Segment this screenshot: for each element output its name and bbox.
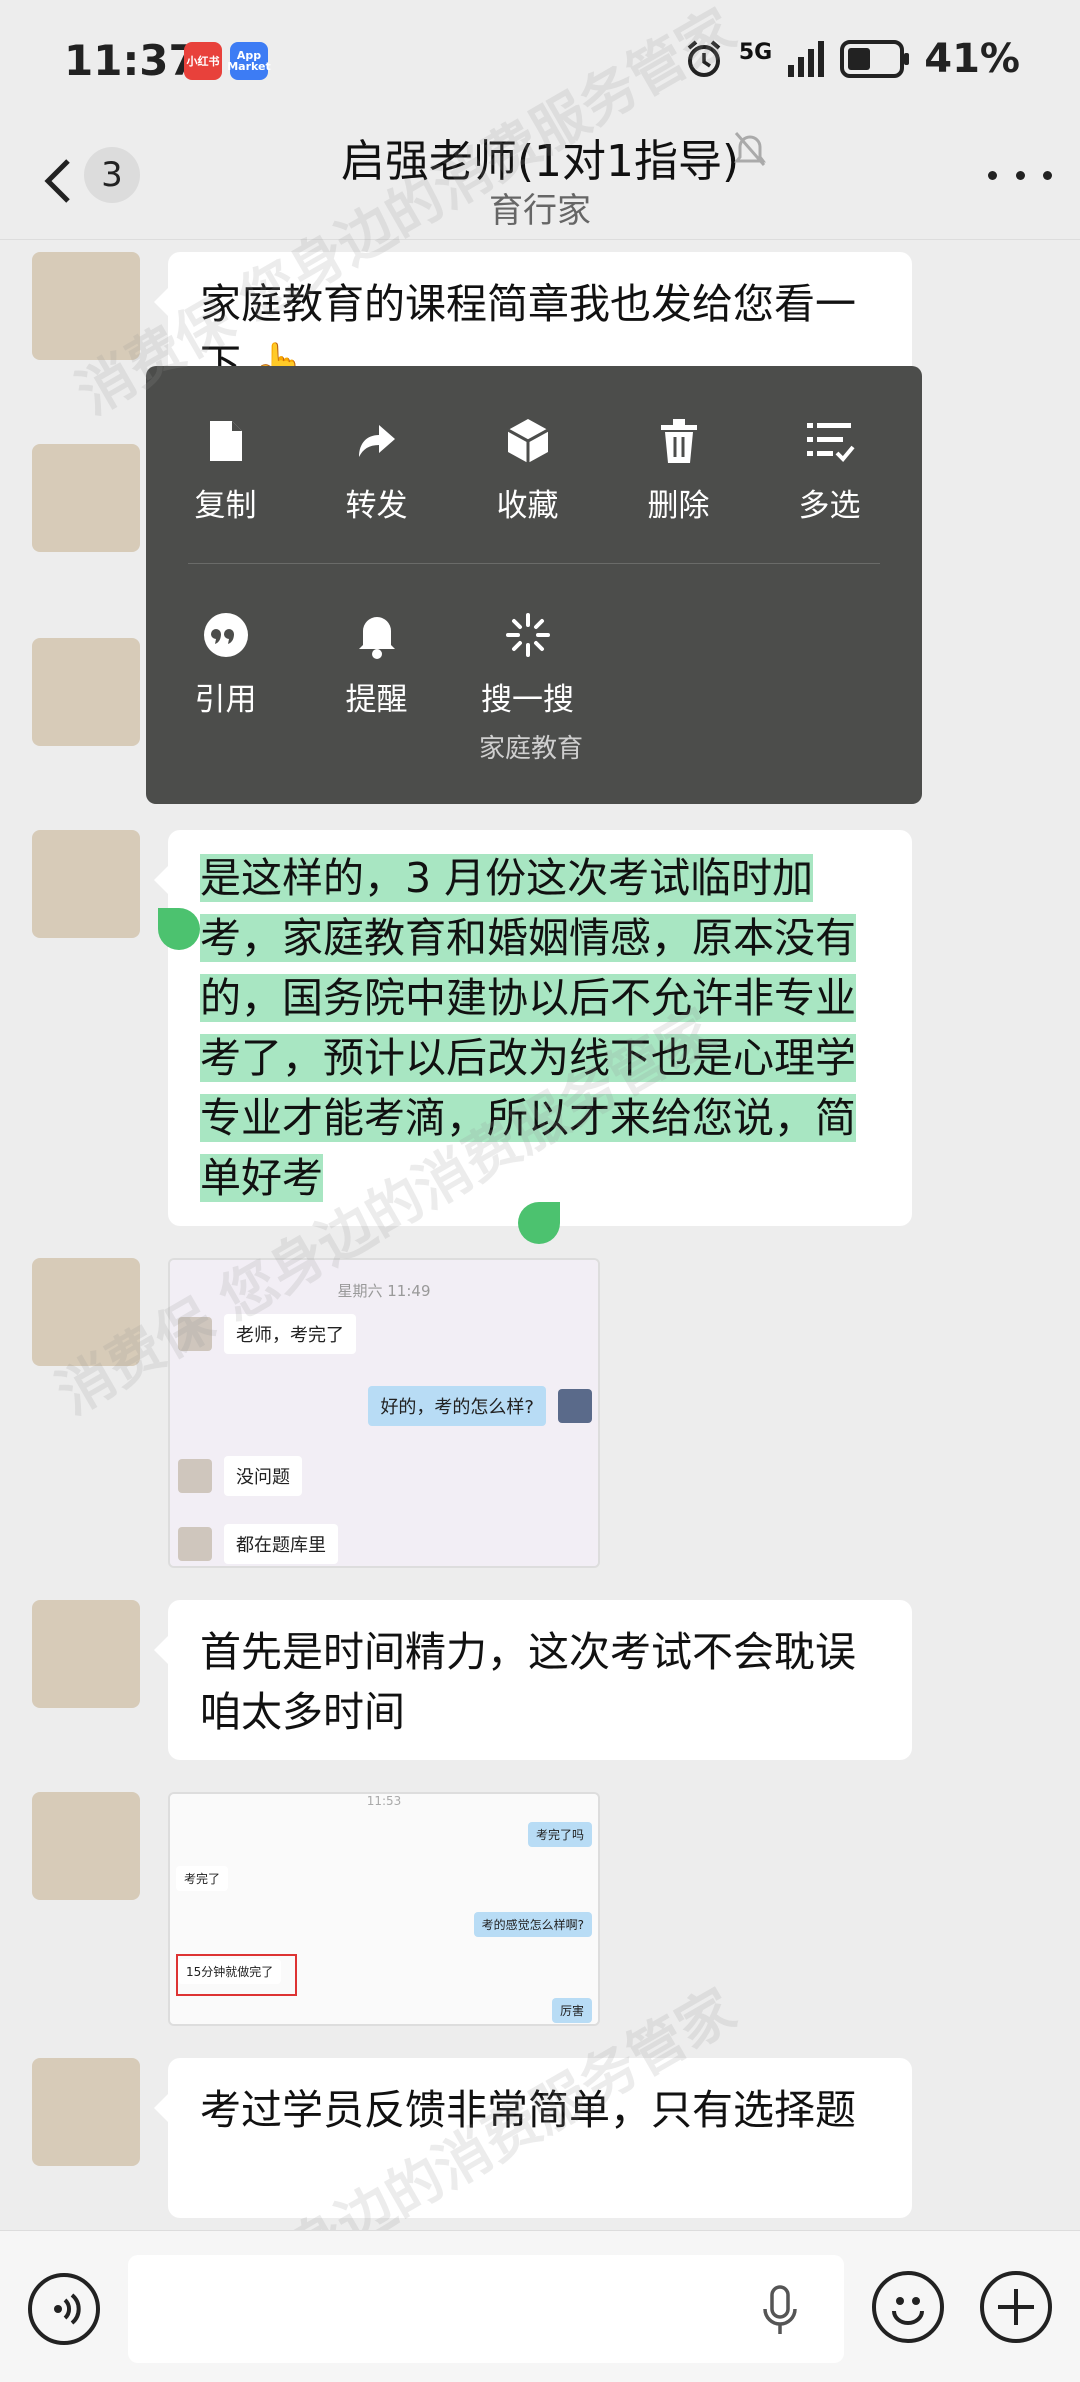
message-bubble-selected[interactable]: 是这样的，3 月份这次考试临时加考，家庭教育和婚姻情感，原本没有的，国务院中建协… — [154, 830, 912, 1226]
menu-divider — [188, 563, 880, 564]
menu-remind[interactable]: 提醒 — [301, 606, 452, 719]
signal-icon — [788, 41, 825, 77]
screenshot-message: 没问题 — [224, 1456, 302, 1496]
screenshot-message: 考完了吗 — [527, 1822, 592, 1847]
menu-quote[interactable]: 引用 — [150, 606, 301, 719]
more-options-button[interactable] — [988, 155, 1052, 195]
microphone-icon[interactable] — [762, 2285, 798, 2337]
avatar[interactable] — [32, 638, 140, 746]
avatar[interactable] — [32, 252, 140, 360]
alarm-icon — [687, 40, 721, 77]
chat-title: 启强老师(1对1指导) — [340, 136, 740, 187]
emoji-button[interactable] — [872, 2271, 944, 2343]
selected-message-text[interactable]: 是这样的，3 月份这次考试临时加考，家庭教育和婚姻情感，原本没有的，国务院中建协… — [200, 854, 856, 1202]
trash-icon — [660, 419, 697, 463]
avatar[interactable] — [32, 1792, 140, 1900]
network-label: 5G — [738, 39, 773, 65]
message-bubble[interactable]: 首先是时间精力，这次考试不会耽误咱太多时间 — [154, 1600, 912, 1760]
chat-screenshot-image: 11:53 考完了吗 考完了 考的感觉怎么样啊? 15分钟就做完了 厉害 — [170, 1794, 598, 2024]
cube-icon — [506, 419, 549, 463]
plus-icon — [998, 2289, 1034, 2325]
message-text: 考过学员反馈非常简单，只有选择题 — [200, 2086, 856, 2134]
multi-select-icon — [806, 423, 855, 462]
forward-icon — [358, 425, 395, 457]
avatar[interactable] — [32, 1600, 140, 1708]
menu-copy[interactable]: 复制 — [150, 412, 301, 525]
avatar[interactable] — [32, 1258, 140, 1366]
menu-multi-select[interactable]: 多选 — [754, 412, 905, 525]
screenshot-message: 考完了 — [176, 1866, 229, 1891]
screenshot-message: 厉害 — [551, 1998, 592, 2023]
message-text: 首先是时间精力，这次考试不会耽误咱太多时间 — [200, 1628, 856, 1736]
screenshot-message: 老师，考完了 — [224, 1314, 356, 1354]
screenshot-message: 都在题库里 — [224, 1524, 338, 1564]
screenshot-timestamp: 11:53 — [366, 1794, 402, 1808]
status-bar: 11:37 小红书 App Market 5G 41% — [0, 0, 1080, 125]
avatar[interactable] — [32, 444, 140, 552]
bell-icon — [358, 617, 395, 659]
search-keyword-hint: 家庭教育 — [478, 734, 583, 764]
image-message[interactable]: 11:53 考完了吗 考完了 考的感觉怎么样啊? 15分钟就做完了 厉害 — [168, 1792, 600, 2026]
screenshot-timestamp: 星期六 11:49 — [337, 1282, 431, 1300]
message-bubble[interactable]: 考过学员反馈非常简单，只有选择题 — [154, 2058, 912, 2218]
mute-bell-icon — [734, 132, 766, 166]
app-market-icon: App Market — [227, 42, 271, 80]
chat-screenshot-image: 星期六 11:49 老师，考完了 好的，考的怎么样? 没问题 都在题库里 — [170, 1260, 598, 1566]
message-context-menu: 复制 转发 收藏 删除 多选 引用 提醒 搜一搜 家庭教育 — [146, 366, 922, 804]
menu-favorite[interactable]: 收藏 — [452, 412, 603, 525]
avatar[interactable] — [32, 2058, 140, 2166]
status-time: 11:37 — [64, 36, 198, 85]
menu-search[interactable]: 搜一搜 — [452, 606, 603, 719]
chat-subtitle: 育行家 — [489, 191, 591, 231]
battery-icon — [840, 40, 910, 78]
chat-header: 3 启强老师(1对1指导) 育行家 — [0, 125, 1080, 240]
image-message[interactable]: 星期六 11:49 老师，考完了 好的，考的怎么样? 没问题 都在题库里 — [168, 1258, 600, 1568]
voice-mode-button[interactable] — [28, 2273, 100, 2345]
avatar[interactable] — [32, 830, 140, 938]
xiaohongshu-app-icon: 小红书 — [184, 42, 222, 80]
smiley-icon — [892, 2297, 924, 2325]
document-icon — [209, 421, 242, 461]
input-bar — [0, 2230, 1080, 2382]
screenshot-message: 考的感觉怎么样啊? — [473, 1912, 592, 1937]
quote-icon — [203, 613, 248, 657]
battery-percentage: 41% — [924, 36, 1020, 82]
screenshot-message: 好的，考的怎么样? — [368, 1386, 546, 1426]
search-sparkle-icon — [505, 613, 550, 657]
status-indicators: 5G 41% — [683, 36, 1020, 82]
menu-forward[interactable]: 转发 — [301, 412, 452, 525]
message-input[interactable] — [128, 2255, 844, 2363]
voice-wave-icon — [54, 2293, 81, 2325]
more-functions-button[interactable] — [980, 2271, 1052, 2343]
screenshot-message: 15分钟就做完了 — [178, 1959, 282, 1984]
menu-delete[interactable]: 删除 — [603, 412, 754, 525]
selection-start-handle[interactable] — [158, 908, 200, 950]
selection-end-handle[interactable] — [518, 1202, 560, 1244]
